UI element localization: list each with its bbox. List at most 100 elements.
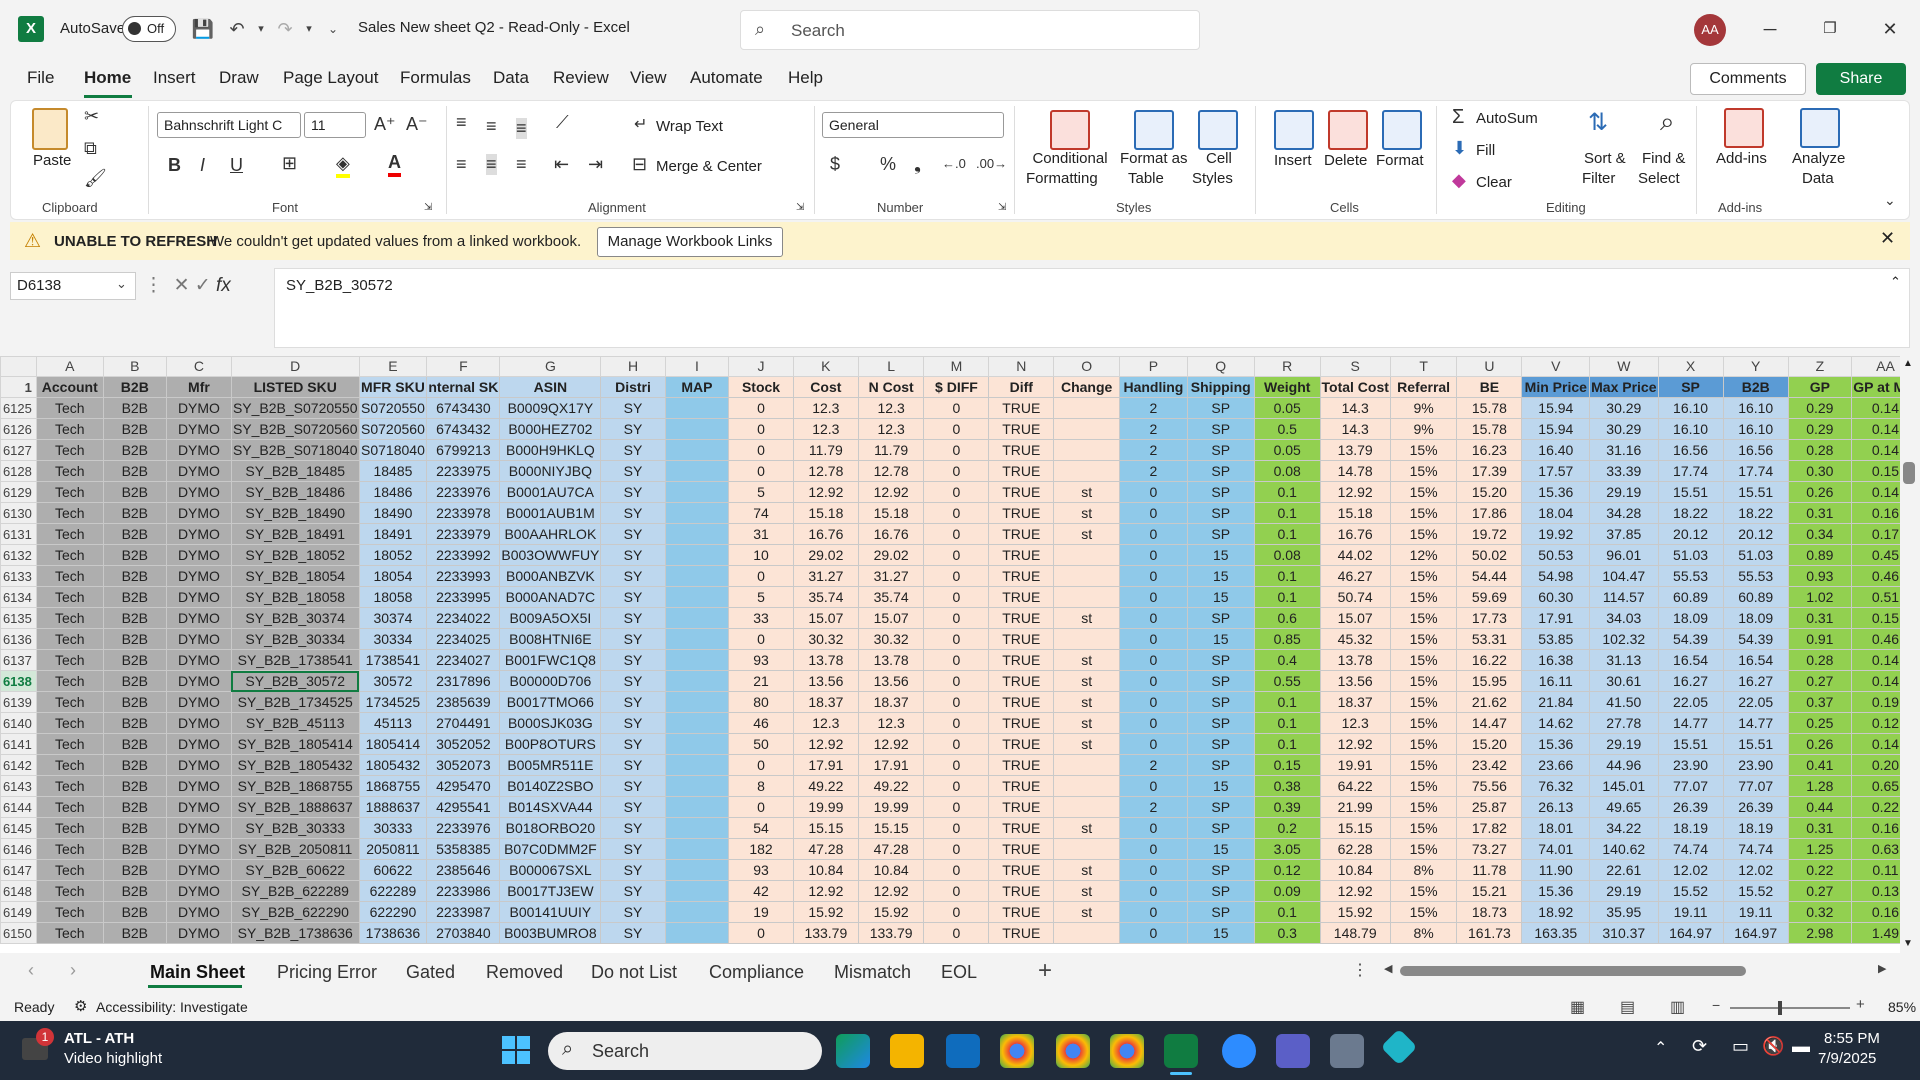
table-cell[interactable]: B00141UUIY [499, 901, 602, 923]
table-cell[interactable]: 15.36 [1521, 733, 1591, 755]
avatar[interactable]: AA [1694, 14, 1726, 46]
table-cell[interactable] [664, 880, 730, 902]
table-cell[interactable]: SY_B2B_45113 [230, 712, 360, 734]
table-cell[interactable]: 18052 [358, 544, 428, 566]
table-cell[interactable] [664, 502, 730, 524]
file-explorer-icon[interactable] [890, 1034, 924, 1068]
table-cell[interactable]: 17.73 [1456, 607, 1523, 629]
table-cell[interactable]: 35.95 [1589, 901, 1659, 923]
table-cell[interactable]: 0 [923, 460, 990, 482]
table-cell[interactable]: Tech [35, 502, 104, 524]
table-cell[interactable]: TRUE [988, 922, 1055, 944]
menu-view[interactable]: View [630, 68, 667, 88]
find-select-label[interactable]: Find & [1642, 150, 1685, 167]
table-cell[interactable]: SP [1186, 502, 1255, 524]
table-cell[interactable]: 0.91 [1787, 628, 1852, 650]
table-cell[interactable]: 2233987 [426, 901, 501, 923]
table-cell[interactable]: TRUE [988, 712, 1055, 734]
table-cell[interactable]: TRUE [988, 397, 1055, 419]
table-cell[interactable]: SY_B2B_30334 [230, 628, 360, 650]
paste-icon[interactable] [32, 108, 68, 150]
excel-taskbar-icon[interactable] [1164, 1034, 1198, 1068]
table-cell[interactable]: Tech [35, 733, 104, 755]
table-cell[interactable]: SY_B2B_1738636 [230, 922, 360, 944]
row-header[interactable]: 6144 [0, 796, 37, 818]
table-cell[interactable]: B2B [102, 796, 167, 818]
table-cell[interactable]: 9% [1389, 397, 1458, 419]
table-cell[interactable]: B2B [102, 901, 167, 923]
table-cell[interactable]: st [1053, 880, 1121, 902]
table-cell[interactable]: 15.92 [792, 901, 859, 923]
table-cell[interactable]: 60.89 [1722, 586, 1789, 608]
table-cell[interactable]: 34.22 [1589, 817, 1659, 839]
more-options-icon[interactable]: ⋮ [1352, 960, 1368, 980]
merge-center-icon[interactable]: ⊟ [632, 154, 647, 175]
table-cell[interactable]: 3052052 [426, 733, 501, 755]
header-cell[interactable]: Total Cost [1319, 376, 1391, 398]
table-cell[interactable]: Tech [35, 481, 104, 503]
table-cell[interactable] [664, 796, 730, 818]
table-cell[interactable]: 17.74 [1657, 460, 1724, 482]
align-bottom-icon[interactable]: ≡ [516, 118, 527, 139]
table-cell[interactable]: B005MR511E [499, 754, 602, 776]
sheet-tab-main-sheet[interactable]: Main Sheet [150, 962, 245, 983]
table-cell[interactable]: Tech [35, 565, 104, 587]
table-cell[interactable]: 12.92 [792, 880, 859, 902]
table-cell[interactable]: 12.3 [792, 397, 859, 419]
table-cell[interactable]: 30374 [358, 607, 428, 629]
table-cell[interactable]: 15% [1389, 691, 1458, 713]
table-cell[interactable]: 13.56 [1319, 670, 1391, 692]
menu-help[interactable]: Help [788, 68, 823, 88]
table-cell[interactable]: 15% [1389, 523, 1458, 545]
table-cell[interactable]: 12.3 [857, 397, 925, 419]
news-title[interactable]: ATL - ATH [64, 1030, 134, 1047]
table-cell[interactable]: B0140Z2SBO [499, 775, 602, 797]
table-cell[interactable]: B008HTNI6E [499, 628, 602, 650]
table-cell[interactable]: 19.91 [1319, 754, 1391, 776]
table-cell[interactable]: 0 [923, 922, 990, 944]
table-cell[interactable]: 2233975 [426, 460, 501, 482]
table-cell[interactable]: 0 [1119, 775, 1188, 797]
table-cell[interactable]: 30.29 [1589, 397, 1659, 419]
header-cell[interactable]: Referral [1389, 376, 1458, 398]
table-cell[interactable]: 17.82 [1456, 817, 1523, 839]
zoom-out-icon[interactable]: − [1712, 997, 1720, 1013]
table-cell[interactable]: Tech [35, 712, 104, 734]
table-cell[interactable] [1053, 796, 1121, 818]
table-cell[interactable]: 18490 [358, 502, 428, 524]
table-cell[interactable]: SY_B2B_622289 [230, 880, 360, 902]
table-cell[interactable]: SY_B2B_18486 [230, 481, 360, 503]
table-cell[interactable]: 15.94 [1521, 418, 1591, 440]
normal-view-icon[interactable]: ▦ [1570, 997, 1585, 1017]
header-cell[interactable]: MAP [664, 376, 730, 398]
table-cell[interactable]: SY [600, 439, 666, 461]
table-cell[interactable]: 0 [923, 901, 990, 923]
table-cell[interactable]: 0.28 [1787, 649, 1852, 671]
table-cell[interactable] [664, 670, 730, 692]
sheet-tab-gated[interactable]: Gated [406, 962, 455, 983]
table-cell[interactable]: 0 [1119, 859, 1188, 881]
table-cell[interactable]: 0.41 [1787, 754, 1852, 776]
table-cell[interactable]: 29.19 [1589, 481, 1659, 503]
table-cell[interactable]: B000H9HKLQ [499, 439, 602, 461]
teams-icon[interactable] [1276, 1034, 1310, 1068]
table-cell[interactable]: 0 [728, 922, 794, 944]
table-cell[interactable]: 33.39 [1589, 460, 1659, 482]
undo-dropdown-icon[interactable]: ▾ [248, 16, 274, 42]
table-cell[interactable]: Tech [35, 523, 104, 545]
table-cell[interactable]: 2050811 [358, 838, 428, 860]
table-cell[interactable]: 13.78 [857, 649, 925, 671]
table-cell[interactable]: 60622 [358, 859, 428, 881]
table-cell[interactable]: 11.90 [1521, 859, 1591, 881]
table-cell[interactable]: 15.51 [1722, 733, 1789, 755]
table-cell[interactable]: TRUE [988, 628, 1055, 650]
table-cell[interactable]: 30.29 [1589, 418, 1659, 440]
table-cell[interactable]: B0001AU7CA [499, 481, 602, 503]
table-cell[interactable]: 0 [923, 733, 990, 755]
table-cell[interactable]: 0.12 [1253, 859, 1321, 881]
header-cell[interactable]: Max Price [1589, 376, 1659, 398]
column-header[interactable]: D [230, 356, 360, 377]
table-cell[interactable]: 17.74 [1722, 460, 1789, 482]
table-cell[interactable]: Tech [35, 817, 104, 839]
table-cell[interactable]: 20.12 [1722, 523, 1789, 545]
